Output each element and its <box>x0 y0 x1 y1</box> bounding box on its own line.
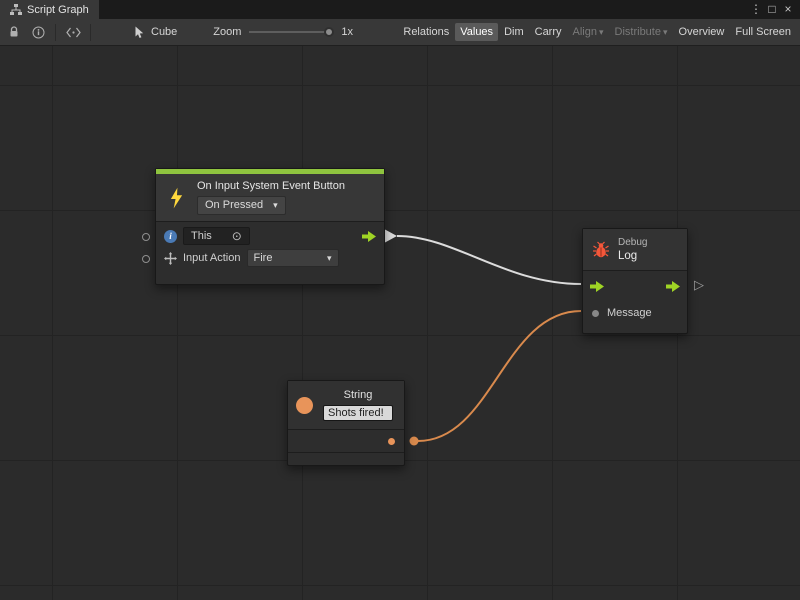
target-name: Cube <box>151 26 177 38</box>
align-label: Align <box>573 26 597 38</box>
zoom-slider[interactable] <box>249 31 333 33</box>
cursor-icon <box>134 26 145 39</box>
lock-icon <box>8 26 20 38</box>
toolbar-separator <box>90 24 91 41</box>
string-output-port[interactable] <box>388 438 395 445</box>
chevron-down-icon: ▾ <box>273 199 278 212</box>
this-label: This <box>191 229 212 243</box>
flow-output-port[interactable] <box>362 231 376 242</box>
flow-input-port[interactable] <box>590 281 604 292</box>
message-port[interactable] <box>592 310 599 317</box>
chevron-down-icon: ▾ <box>599 27 604 37</box>
toolbar-button-fullscreen[interactable]: Full Screen <box>730 23 796 41</box>
window-menu-button[interactable]: ⋮ <box>748 0 764 19</box>
next-flow-triangle-icon: ▷ <box>694 278 704 291</box>
string-node-footer <box>288 453 404 465</box>
toolbar-button-dim[interactable]: Dim <box>499 23 529 41</box>
action-label: Input Action <box>183 252 241 264</box>
graph-target[interactable]: Cube <box>134 26 177 39</box>
info-icon: i <box>164 230 177 243</box>
action-dropdown[interactable]: Fire ▾ <box>247 249 339 267</box>
message-label: Message <box>607 307 652 319</box>
graph-icon <box>10 4 22 15</box>
event-node-header: On Input System Event Button On Pressed … <box>156 174 384 221</box>
string-output-row <box>288 430 404 452</box>
event-node[interactable]: On Input System Event Button On Pressed … <box>155 168 385 285</box>
code-view-button[interactable] <box>61 22 85 43</box>
toolbar-separator <box>55 24 56 41</box>
toolbar-button-overview[interactable]: Overview <box>674 23 730 41</box>
debug-name: Log <box>618 250 647 262</box>
string-value-input[interactable] <box>323 405 393 421</box>
flow-output-port[interactable] <box>666 281 680 292</box>
toolbar-button-values[interactable]: Values <box>455 23 498 41</box>
string-node-header: String <box>288 381 404 429</box>
event-state-dropdown[interactable]: On Pressed ▾ <box>197 196 286 215</box>
info-icon <box>32 26 45 39</box>
toolbar-button-distribute[interactable]: Distribute▾ <box>610 23 673 41</box>
toolbar: Cube Zoom 1x Relations Values Dim Carry … <box>0 19 800 46</box>
chevron-down-icon: ▾ <box>327 251 332 265</box>
action-value: Fire <box>254 251 273 265</box>
string-node[interactable]: String <box>287 380 405 466</box>
zoom-label: Zoom <box>213 26 241 38</box>
zoom-control: Zoom 1x <box>213 26 353 38</box>
connection-message[interactable] <box>418 311 581 441</box>
debug-flow-row <box>583 271 687 301</box>
this-field[interactable]: This ⊙ <box>183 227 250 245</box>
dpad-icon <box>164 252 177 265</box>
event-state-label: On Pressed <box>205 199 263 212</box>
distribute-label: Distribute <box>615 26 661 38</box>
event-node-body: i This ⊙ Input Action Fire ▾ <box>156 222 384 284</box>
this-input-port[interactable] <box>142 233 150 241</box>
connection-flow[interactable] <box>397 236 581 284</box>
zoom-value: 1x <box>341 26 353 38</box>
string-title: String <box>344 389 373 402</box>
toolbar-button-align[interactable]: Align▾ <box>568 23 609 41</box>
window-close-button[interactable]: × <box>780 0 796 19</box>
action-port-row: Input Action Fire ▾ <box>156 247 384 269</box>
wire-start-dot <box>410 437 419 446</box>
window-maximize-button[interactable]: □ <box>764 0 780 19</box>
zoom-knob[interactable] <box>324 27 334 37</box>
lock-button[interactable] <box>2 22 26 43</box>
this-port-row: i This ⊙ <box>156 225 384 247</box>
window-controls: ⋮ □ × <box>748 0 800 19</box>
toolbar-buttons: Relations Values Dim Carry Align▾ Distri… <box>398 23 796 41</box>
code-icon <box>66 27 81 38</box>
wire-start-arrow <box>385 230 397 243</box>
debug-log-node[interactable]: Debug Log Message ▷ <box>582 228 688 334</box>
bug-icon <box>592 241 610 259</box>
action-input-port[interactable] <box>142 255 150 263</box>
debug-node-header: Debug Log <box>583 229 687 270</box>
tab-title: Script Graph <box>27 4 89 16</box>
info-button[interactable] <box>26 22 50 43</box>
tab-script-graph[interactable]: Script Graph <box>0 0 99 19</box>
message-port-row: Message <box>583 301 687 325</box>
toolbar-button-carry[interactable]: Carry <box>530 23 567 41</box>
lightning-icon <box>164 180 188 215</box>
event-node-title: On Input System Event Button <box>197 180 345 193</box>
toolbar-button-relations[interactable]: Relations <box>398 23 454 41</box>
graph-canvas[interactable]: On Input System Event Button On Pressed … <box>0 46 800 600</box>
chevron-down-icon: ▾ <box>663 27 668 37</box>
debug-category: Debug <box>618 237 647 248</box>
titlebar: Script Graph ⋮ □ × <box>0 0 800 19</box>
object-picker-icon[interactable]: ⊙ <box>232 230 242 242</box>
string-type-icon <box>296 397 313 414</box>
